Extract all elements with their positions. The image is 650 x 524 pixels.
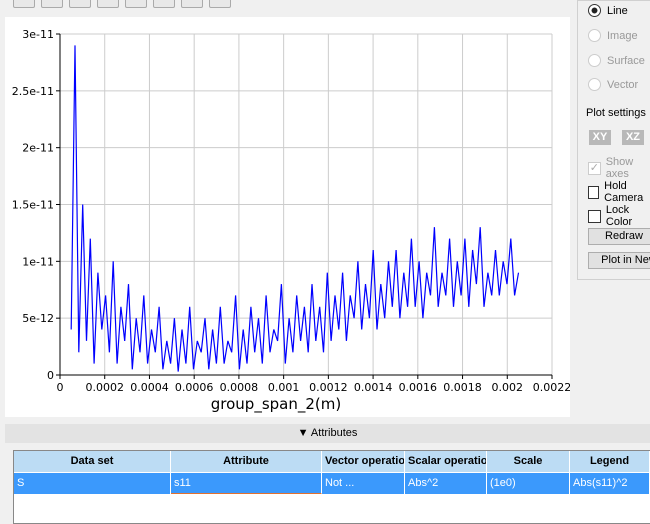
series-line: [70, 45, 520, 372]
pan-icon[interactable]: [41, 0, 63, 8]
column-header[interactable]: Scalar operation: [405, 451, 487, 472]
table-cell[interactable]: Abs^2: [405, 473, 487, 494]
radio-vector[interactable]: Vector: [588, 78, 638, 91]
radio-surface[interactable]: Surface: [588, 54, 645, 67]
table-cell[interactable]: Abs(s11)^2: [570, 473, 650, 494]
xz-view-button[interactable]: XZ: [622, 130, 644, 145]
show-axes-checkbox[interactable]: ✓ Show axes: [588, 156, 650, 180]
x-tick-label: 0: [57, 381, 64, 394]
checkbox-label: Show axes: [605, 156, 634, 180]
x-tick-label: 0.0014: [354, 381, 393, 394]
column-header[interactable]: Vector operation: [322, 451, 405, 472]
chart: 0 0.0002 0.0004 0.0006 0.0008 0.001 0.0012 0.00…: [5, 17, 570, 417]
y-tick-label: 1.5e-11: [12, 199, 54, 212]
x-tick-label: 0.0016: [399, 381, 438, 394]
toolbar: [0, 0, 570, 10]
y-tick-label: 3e-11: [22, 28, 54, 41]
view-icon[interactable]: [125, 0, 147, 8]
x-tick-label: 0.001: [268, 381, 300, 394]
x-tick-label: 0.0018: [443, 381, 482, 394]
xy-view-button[interactable]: XY: [589, 130, 611, 145]
grid-icon[interactable]: [181, 0, 203, 8]
redraw-button[interactable]: Redraw: [588, 228, 650, 245]
column-header[interactable]: Data set: [14, 451, 171, 472]
plot-in-new-button[interactable]: Plot in New: [588, 252, 650, 269]
x-tick-label: 0.0002: [85, 381, 124, 394]
y-tick-label: 2.5e-11: [12, 85, 54, 98]
radio-line[interactable]: Line: [588, 4, 628, 17]
y-tick-label: 2e-11: [22, 142, 54, 155]
checkbox-label: Hold Camera: [604, 180, 644, 204]
lock-color-checkbox[interactable]: Lock Color: [588, 204, 650, 228]
hold-camera-checkbox[interactable]: Hold Camera: [588, 180, 650, 204]
radio-label: Image: [607, 29, 638, 42]
table-cell[interactable]: s11: [171, 473, 322, 494]
zoom-out-icon[interactable]: [97, 0, 119, 8]
radio-label: Line: [607, 4, 628, 17]
color-icon[interactable]: [153, 0, 175, 8]
x-tick-label: 0.0008: [220, 381, 259, 394]
checkbox-label: Lock Color: [605, 204, 633, 228]
table-cell[interactable]: (1e0): [487, 473, 570, 494]
radio-label: Vector: [607, 78, 639, 91]
attributes-table: Data set Attribute Vector operation Scalar …: [13, 450, 650, 524]
column-header[interactable]: Legend: [570, 451, 650, 472]
x-tick-label: 0.0006: [175, 381, 214, 394]
edit-icon[interactable]: [209, 0, 231, 8]
table-row[interactable]: Ss11 Not ... Abs^2 (1e0) Abs(s11)^2: [14, 473, 650, 494]
zoom-box-icon[interactable]: [13, 0, 35, 8]
y-tick-label: 5e-12: [22, 312, 54, 325]
attributes-toggle[interactable]: ▼ Attributes: [5, 424, 650, 443]
x-tick-label: 0.002: [492, 381, 524, 394]
x-tick-label: 0.0004: [130, 381, 169, 394]
x-axis-label: group_span_2(m): [211, 395, 341, 414]
zoom-in-icon[interactable]: [69, 0, 91, 8]
table-cell[interactable]: Not ...: [322, 473, 405, 494]
radio-image[interactable]: Image: [588, 29, 638, 42]
x-tick-label: 0.0022: [533, 381, 570, 394]
radio-label: Surface: [607, 54, 645, 67]
y-tick-label: 1e-11: [22, 255, 54, 268]
x-tick-label: 0.0012: [309, 381, 348, 394]
table-cell[interactable]: S: [14, 473, 171, 494]
column-header[interactable]: Attribute: [171, 451, 322, 472]
plot-type-panel: Line Image Surface Vector Plot settings …: [577, 0, 650, 280]
plot-settings-label: Plot settings: [586, 107, 646, 119]
y-tick-label: 0: [47, 369, 54, 382]
column-header[interactable]: Scale: [487, 451, 570, 472]
